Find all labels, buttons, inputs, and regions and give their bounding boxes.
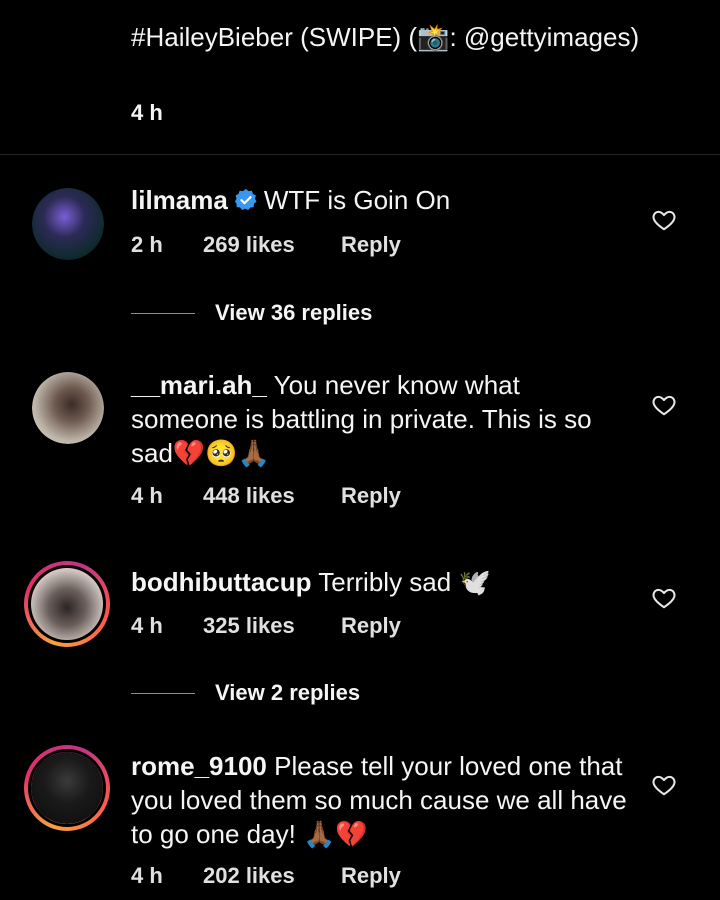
comment-body: rome_9100 Please tell your loved one tha…	[131, 749, 631, 851]
heart-outline-icon[interactable]	[651, 585, 677, 611]
comment-timestamp: 4 h	[131, 483, 163, 508]
comment-username[interactable]: rome_9100	[131, 751, 267, 781]
replies-line	[131, 312, 195, 314]
comment-meta: 4 h 202 likes Reply	[131, 863, 401, 889]
divider	[0, 154, 720, 155]
comment-likes[interactable]: 269 likes	[203, 232, 341, 258]
comment-username[interactable]: lilmama	[131, 185, 228, 215]
comment-body: bodhibuttacup Terribly sad 🕊️	[131, 565, 631, 599]
verified-badge-icon	[234, 189, 257, 210]
comment-meta: 4 h 325 likes Reply	[131, 613, 401, 639]
comment-username[interactable]: __mari.ah_	[131, 370, 267, 400]
reply-button[interactable]: Reply	[341, 232, 401, 258]
avatar[interactable]	[32, 372, 104, 444]
story-avatar[interactable]	[24, 561, 110, 647]
heart-outline-icon[interactable]	[651, 392, 677, 418]
post-caption: #HaileyBieber (SWIPE) (📸: @gettyimages)	[131, 22, 640, 52]
replies-line	[131, 692, 195, 694]
comment-timestamp: 2 h	[131, 232, 163, 257]
comment-timestamp: 4 h	[131, 863, 163, 888]
comment-meta: 2 h 269 likes Reply	[131, 232, 401, 258]
reply-button[interactable]: Reply	[341, 863, 401, 889]
avatar[interactable]	[32, 188, 104, 260]
comment-body: __mari.ah_ You never know what someone i…	[131, 368, 631, 470]
comment-text: Terribly sad 🕊️	[318, 567, 491, 597]
reply-button[interactable]: Reply	[341, 483, 401, 509]
reply-button[interactable]: Reply	[341, 613, 401, 639]
caption-timestamp: 4 h	[131, 100, 163, 125]
comment-body: lilmama WTF is Goin On	[131, 183, 631, 217]
comment-timestamp: 4 h	[131, 613, 163, 638]
comment-meta: 4 h 448 likes Reply	[131, 483, 401, 509]
heart-outline-icon[interactable]	[651, 207, 677, 233]
comment-likes[interactable]: 325 likes	[203, 613, 341, 639]
comment-likes[interactable]: 202 likes	[203, 863, 341, 889]
story-avatar[interactable]	[24, 745, 110, 831]
view-replies-button[interactable]: View 2 replies	[131, 680, 360, 706]
view-replies-label: View 36 replies	[215, 300, 373, 325]
comment-likes[interactable]: 448 likes	[203, 483, 341, 509]
comment-text: WTF is Goin On	[263, 185, 451, 215]
comment-username[interactable]: bodhibuttacup	[131, 567, 312, 597]
heart-outline-icon[interactable]	[651, 772, 677, 798]
view-replies-label: View 2 replies	[215, 680, 361, 705]
view-replies-button[interactable]: View 36 replies	[131, 300, 372, 326]
